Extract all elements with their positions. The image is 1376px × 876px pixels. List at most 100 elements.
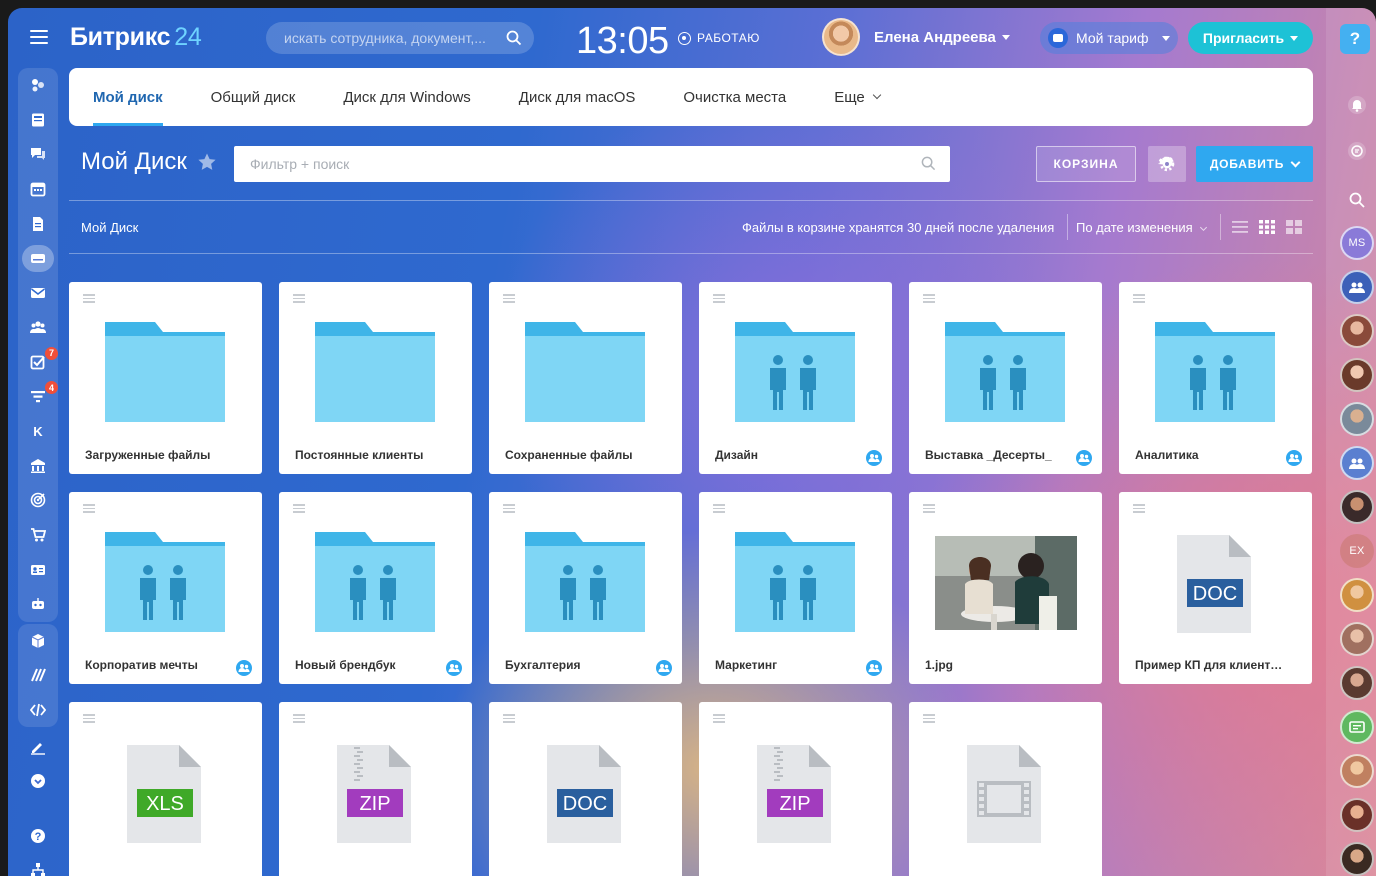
menu-icon[interactable]: [30, 30, 48, 44]
file-card[interactable]: Маркетинг: [699, 492, 892, 684]
file-card[interactable]: Новый брендбук: [279, 492, 472, 684]
contact-avatar-7[interactable]: [1340, 666, 1374, 700]
sidebar-item-more[interactable]: [18, 764, 58, 799]
sidebar-item-groups[interactable]: [18, 310, 58, 345]
file-card[interactable]: DOC: [489, 702, 682, 876]
sidebar-item-contacts[interactable]: [18, 552, 58, 587]
workday-status[interactable]: РАБОТАЮ: [678, 31, 760, 45]
invite-button[interactable]: Пригласить: [1188, 22, 1313, 54]
drag-handle-icon[interactable]: [293, 504, 305, 513]
drag-handle-icon[interactable]: [293, 714, 305, 723]
tab-cleanup[interactable]: Очистка места: [683, 68, 786, 126]
tile-view-icon[interactable]: [1286, 220, 1302, 234]
file-card[interactable]: XLS: [69, 702, 262, 876]
sidebar-item-shop[interactable]: [18, 518, 58, 553]
sidebar-item-crm[interactable]: 4: [18, 379, 58, 414]
tab-disk-macos[interactable]: Диск для macOS: [519, 68, 636, 126]
sidebar-item-feed[interactable]: [18, 68, 58, 103]
contact-avatar-5[interactable]: [1340, 578, 1374, 612]
file-card[interactable]: Аналитика: [1119, 282, 1312, 474]
search-icon[interactable]: [921, 156, 936, 171]
drag-handle-icon[interactable]: [503, 714, 515, 723]
file-card[interactable]: [909, 702, 1102, 876]
sidebar-item-robots[interactable]: [18, 587, 58, 622]
sidebar-item-box[interactable]: [18, 624, 58, 659]
contact-ex[interactable]: EX: [1340, 534, 1374, 568]
drag-handle-icon[interactable]: [503, 504, 515, 513]
contact-avatar-3[interactable]: [1340, 402, 1374, 436]
file-card[interactable]: ZIP: [279, 702, 472, 876]
list-view-icon[interactable]: [1232, 220, 1248, 234]
add-button[interactable]: ДОБАВИТЬ: [1196, 146, 1313, 182]
sidebar-item-kontur[interactable]: K: [18, 414, 58, 449]
tariff-button[interactable]: Мой тариф: [1040, 22, 1178, 54]
tab-my-disk[interactable]: Мой диск: [93, 68, 163, 126]
file-card[interactable]: Корпоратив мечты: [69, 492, 262, 684]
sidebar-item-disk[interactable]: [18, 241, 58, 276]
sort-dropdown[interactable]: По дате изменения: [1076, 220, 1207, 235]
sidebar-item-tasks[interactable]: 7: [18, 345, 58, 380]
file-card[interactable]: Бухгалтерия: [489, 492, 682, 684]
global-search-input[interactable]: [284, 22, 494, 54]
sidebar-item-documents[interactable]: [18, 206, 58, 241]
drag-handle-icon[interactable]: [923, 714, 935, 723]
sidebar-item-dev[interactable]: [18, 693, 58, 728]
file-card[interactable]: DOC Пример КП для клиентов....: [1119, 492, 1312, 684]
user-menu[interactable]: Елена Андреева: [822, 18, 1010, 56]
drag-handle-icon[interactable]: [293, 294, 305, 303]
breadcrumb[interactable]: Мой Диск: [81, 220, 138, 235]
contact-avatar-6[interactable]: [1340, 622, 1374, 656]
grid-view-icon[interactable]: [1259, 220, 1275, 234]
drag-handle-icon[interactable]: [1133, 504, 1145, 513]
logo[interactable]: Битрикс 24: [70, 23, 202, 52]
file-card[interactable]: ZIP: [699, 702, 892, 876]
search-icon[interactable]: [506, 30, 522, 46]
tab-shared-disk[interactable]: Общий диск: [211, 68, 296, 126]
settings-button[interactable]: [1148, 146, 1186, 182]
tab-disk-windows[interactable]: Диск для Windows: [343, 68, 470, 126]
contact-avatar-10[interactable]: [1340, 842, 1374, 876]
drag-handle-icon[interactable]: [1133, 294, 1145, 303]
global-search[interactable]: [266, 22, 534, 54]
sidebar-item-news[interactable]: [18, 103, 58, 138]
sidebar-item-sites[interactable]: [18, 658, 58, 693]
avatar[interactable]: [822, 18, 860, 56]
drag-handle-icon[interactable]: [83, 714, 95, 723]
sidebar-item-chat[interactable]: [18, 137, 58, 172]
messages-button[interactable]: [1340, 134, 1374, 168]
sidebar-item-company[interactable]: [18, 449, 58, 484]
drag-handle-icon[interactable]: [83, 504, 95, 513]
contact-avatar-4[interactable]: [1340, 490, 1374, 524]
sidebar-item-goals[interactable]: [18, 483, 58, 518]
contact-openline[interactable]: [1340, 710, 1374, 744]
sidebar-item-structure[interactable]: [18, 853, 58, 876]
drag-handle-icon[interactable]: [713, 504, 725, 513]
file-card[interactable]: Выставка _Десерты_: [909, 282, 1102, 474]
file-card[interactable]: Загруженные файлы: [69, 282, 262, 474]
file-card[interactable]: Дизайн: [699, 282, 892, 474]
contact-avatar-8[interactable]: [1340, 754, 1374, 788]
drag-handle-icon[interactable]: [83, 294, 95, 303]
tab-more[interactable]: Еще: [834, 68, 881, 126]
file-card[interactable]: Постоянные клиенты: [279, 282, 472, 474]
contact-avatar-9[interactable]: [1340, 798, 1374, 832]
contact-group-chat[interactable]: [1340, 270, 1374, 304]
sidebar-item-mail[interactable]: [18, 276, 58, 311]
file-card[interactable]: Сохраненные файлы: [489, 282, 682, 474]
filter-search-input[interactable]: [250, 146, 910, 182]
drag-handle-icon[interactable]: [713, 294, 725, 303]
contact-avatar-2[interactable]: [1340, 358, 1374, 392]
sidebar-item-sign[interactable]: [18, 729, 58, 764]
trash-button[interactable]: КОРЗИНА: [1036, 146, 1136, 182]
file-card[interactable]: 1.jpg: [909, 492, 1102, 684]
drag-handle-icon[interactable]: [923, 294, 935, 303]
sidebar-item-calendar[interactable]: [18, 172, 58, 207]
contact-avatar-1[interactable]: [1340, 314, 1374, 348]
drag-handle-icon[interactable]: [923, 504, 935, 513]
contact-group-2[interactable]: [1340, 446, 1374, 480]
drag-handle-icon[interactable]: [503, 294, 515, 303]
sidebar-item-help[interactable]: ?: [18, 818, 58, 853]
star-icon[interactable]: [197, 152, 217, 172]
contact-ms[interactable]: MS: [1340, 226, 1374, 260]
notifications-button[interactable]: [1340, 88, 1374, 122]
